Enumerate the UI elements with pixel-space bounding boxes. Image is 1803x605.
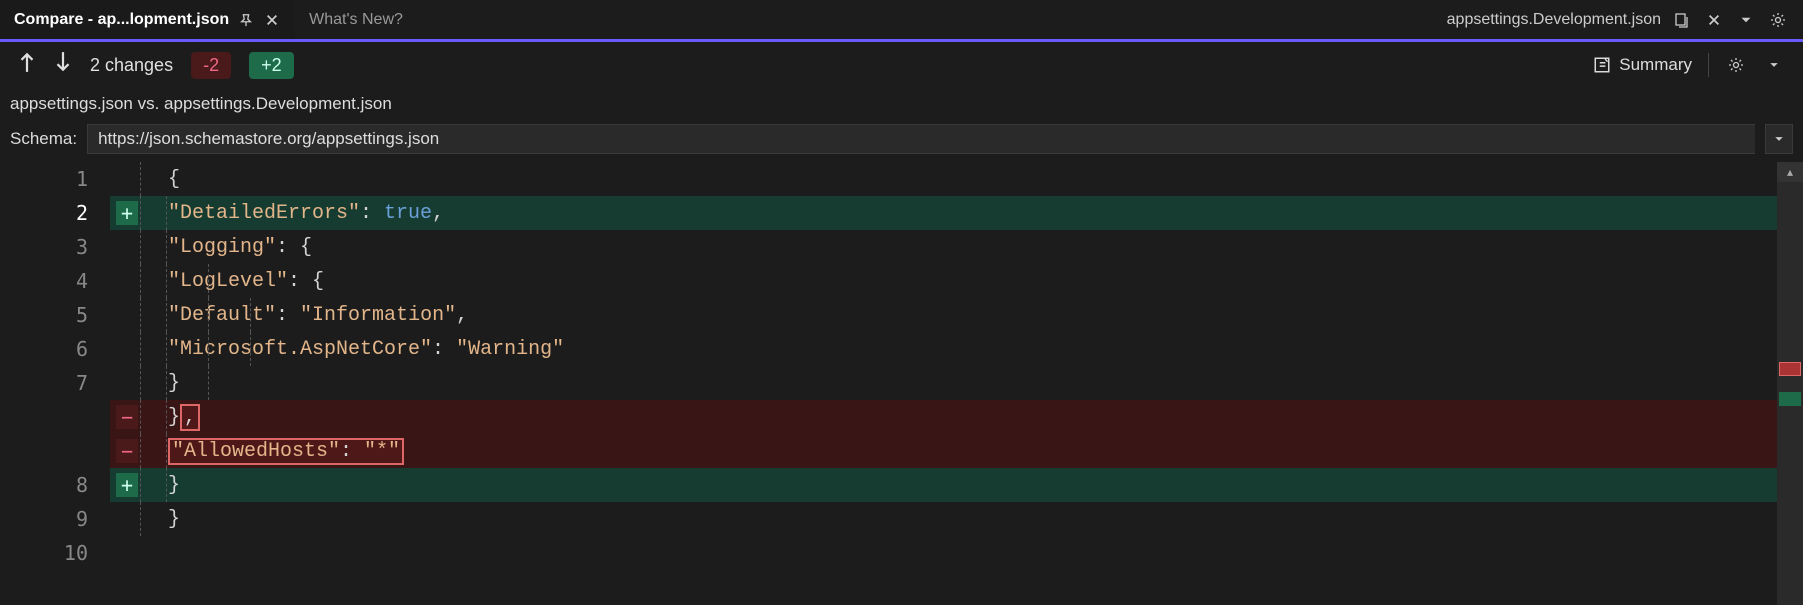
- code-line[interactable]: "Logging": {: [164, 230, 1777, 264]
- diff-highlight: ,: [180, 404, 200, 431]
- diff-marker-column: + − − +: [110, 162, 164, 605]
- diff-toolbar: 2 changes -2 +2 Summary: [0, 42, 1803, 88]
- changes-count: 2 changes: [90, 55, 173, 76]
- minus-marker: −: [116, 405, 138, 429]
- overview-mark-added[interactable]: [1779, 392, 1801, 406]
- line-number: [0, 400, 110, 434]
- code-line-added[interactable]: }: [164, 468, 1777, 502]
- divider: [1708, 53, 1709, 77]
- line-number: 5: [0, 298, 110, 332]
- schema-input[interactable]: [87, 124, 1755, 154]
- line-number: [0, 434, 110, 468]
- removed-count-badge: -2: [191, 52, 231, 79]
- code-line[interactable]: "Default": "Information",: [164, 298, 1777, 332]
- line-number: 2: [0, 196, 110, 230]
- minus-marker: −: [116, 439, 138, 463]
- tab-right-group: appsettings.Development.json: [1447, 0, 1803, 39]
- tab-compare[interactable]: Compare - ap...lopment.json: [0, 0, 295, 39]
- chevron-down-icon[interactable]: [1735, 9, 1757, 31]
- line-number: 7: [0, 366, 110, 400]
- next-change-button[interactable]: [54, 51, 72, 79]
- compare-files-label: appsettings.json vs. appsettings.Develop…: [0, 88, 1803, 120]
- tab-whatsnew[interactable]: What's New?: [295, 0, 417, 39]
- prev-change-button[interactable]: [18, 51, 36, 79]
- line-number: 3: [0, 230, 110, 264]
- tab-label: What's New?: [309, 11, 403, 29]
- line-number: 10: [0, 536, 110, 570]
- line-gutter: 1 2 3 4 5 6 7 8 9 10: [0, 162, 110, 605]
- code-line[interactable]: }: [164, 502, 1777, 536]
- code-line-removed[interactable]: "AllowedHosts": "*": [164, 434, 1777, 468]
- line-number: 8: [0, 468, 110, 502]
- schema-label: Schema:: [10, 129, 77, 149]
- line-number: 9: [0, 502, 110, 536]
- line-number: 4: [0, 264, 110, 298]
- close-icon[interactable]: [1703, 9, 1725, 31]
- gear-icon[interactable]: [1767, 9, 1789, 31]
- line-number: 6: [0, 332, 110, 366]
- line-number: 1: [0, 162, 110, 196]
- promote-doc-icon[interactable]: [1671, 9, 1693, 31]
- close-icon[interactable]: [263, 11, 281, 29]
- tab-label: Compare - ap...lopment.json: [14, 11, 229, 29]
- code-line[interactable]: {: [164, 162, 1777, 196]
- code-line-added[interactable]: "DetailedErrors": true,: [164, 196, 1777, 230]
- overview-ruler[interactable]: ▴: [1777, 162, 1803, 605]
- schema-row: Schema:: [0, 120, 1803, 162]
- gear-icon[interactable]: [1725, 54, 1747, 76]
- overview-mark-removed[interactable]: [1779, 362, 1801, 376]
- code-line[interactable]: [164, 536, 1777, 570]
- tab-bar: Compare - ap...lopment.json What's New? …: [0, 0, 1803, 42]
- summary-button[interactable]: Summary: [1593, 55, 1692, 75]
- code-area[interactable]: { "DetailedErrors": true, "Logging": { "…: [164, 162, 1777, 605]
- schema-dropdown-button[interactable]: [1765, 124, 1793, 154]
- code-line[interactable]: }: [164, 366, 1777, 400]
- added-count-badge: +2: [249, 52, 294, 79]
- diff-editor: 1 2 3 4 5 6 7 8 9 10 + − − + { "Detailed…: [0, 162, 1803, 605]
- code-line[interactable]: "Microsoft.AspNetCore": "Warning": [164, 332, 1777, 366]
- diff-highlight: "AllowedHosts": "*": [168, 438, 404, 465]
- code-line-removed[interactable]: },: [164, 400, 1777, 434]
- scroll-up-icon[interactable]: ▴: [1777, 162, 1803, 182]
- pin-icon[interactable]: [237, 11, 255, 29]
- active-file-label: appsettings.Development.json: [1447, 11, 1661, 29]
- summary-label: Summary: [1619, 55, 1692, 75]
- plus-marker: +: [116, 201, 138, 225]
- code-line[interactable]: "LogLevel": {: [164, 264, 1777, 298]
- plus-marker: +: [116, 473, 138, 497]
- chevron-down-icon[interactable]: [1763, 54, 1785, 76]
